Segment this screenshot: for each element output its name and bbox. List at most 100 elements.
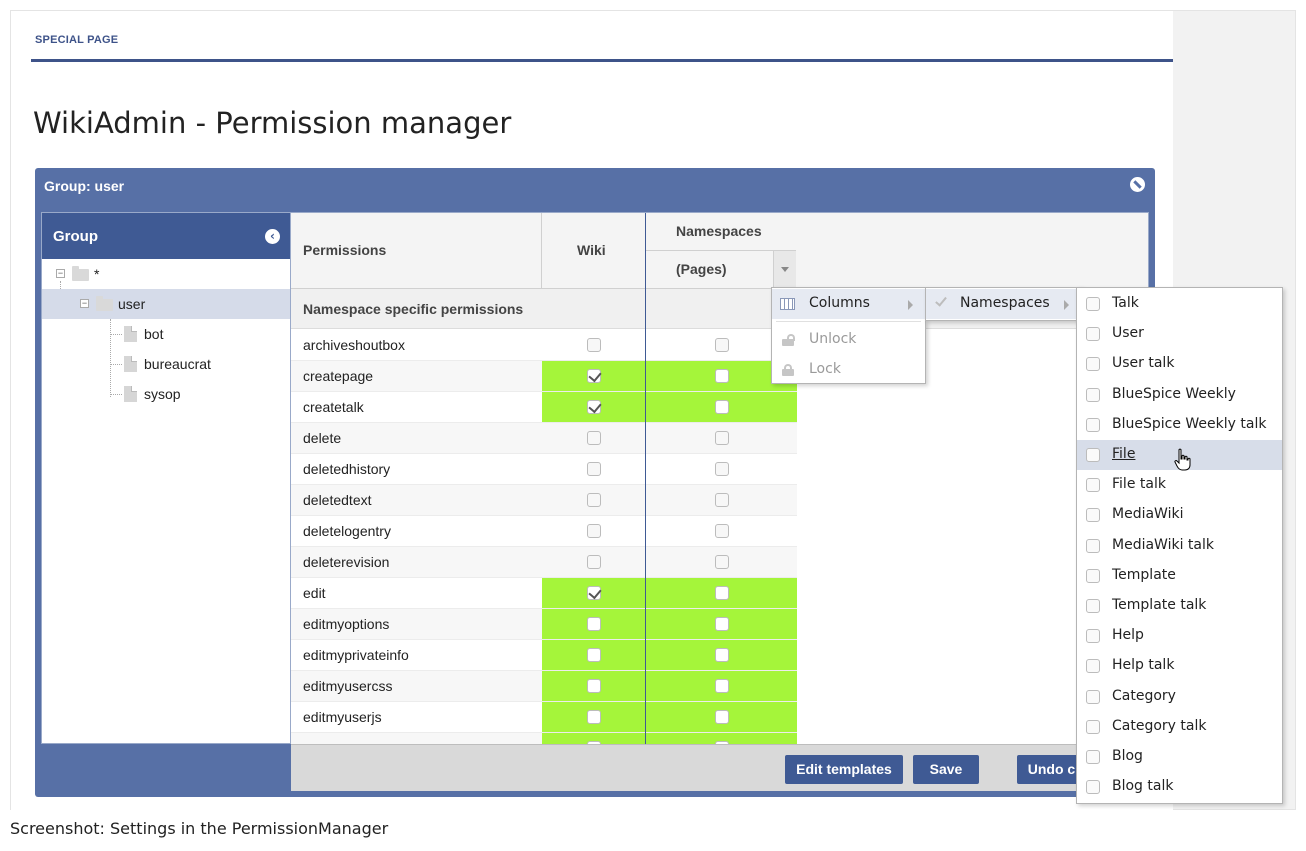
permission-row: delete (291, 423, 797, 454)
wiki-checkbox[interactable] (587, 555, 601, 569)
wiki-checkbox[interactable] (587, 431, 601, 445)
wiki-checkbox[interactable] (587, 338, 601, 352)
namespace-option-label: File talk (1112, 476, 1166, 493)
namespace-checkbox[interactable] (1086, 629, 1100, 644)
namespace-option[interactable]: MediaWiki talk (1077, 531, 1282, 561)
wiki-checkbox[interactable] (587, 648, 601, 662)
menu-item-label: Namespaces (960, 295, 1050, 311)
pages-checkbox[interactable] (715, 555, 729, 569)
namespace-option[interactable]: Template (1077, 561, 1282, 591)
namespace-option-label: Template talk (1112, 597, 1207, 613)
pages-checkbox[interactable] (715, 648, 729, 662)
namespace-option-label: BlueSpice Weekly talk (1112, 415, 1267, 432)
wiki-checkbox[interactable] (587, 400, 601, 414)
namespace-option[interactable]: BlueSpice Weekly (1077, 380, 1282, 410)
namespace-option-label: Blog talk (1112, 778, 1174, 795)
column-header-pages[interactable]: (Pages) (676, 261, 727, 277)
page-title: WikiAdmin - Permission manager (33, 106, 512, 140)
pages-checkbox[interactable] (715, 586, 729, 600)
permission-panel: Group: user Group ‹ − * − user bot burea… (35, 168, 1155, 797)
column-menu-trigger[interactable] (773, 251, 796, 289)
namespace-checkbox[interactable] (1086, 568, 1100, 583)
wiki-checkbox[interactable] (587, 493, 601, 507)
namespace-option[interactable]: Blog (1077, 742, 1282, 772)
permission-row (291, 733, 797, 744)
pages-checkbox[interactable] (715, 400, 729, 414)
column-header-permissions[interactable]: Permissions (303, 242, 386, 258)
tree-node-label: sysop (144, 386, 181, 402)
hand-pointer-icon (1174, 448, 1191, 471)
submenu-arrow-icon (1064, 300, 1069, 310)
pages-checkbox[interactable] (715, 617, 729, 631)
wiki-checkbox[interactable] (587, 369, 601, 383)
tree-node-all[interactable]: − * (42, 259, 290, 289)
namespace-checkbox[interactable] (1086, 689, 1100, 704)
menu-item-columns[interactable]: Columns (772, 289, 925, 319)
tree-node-bureaucrat[interactable]: bureaucrat (42, 349, 290, 379)
pages-checkbox[interactable] (715, 710, 729, 724)
group-tree-panel: Group ‹ − * − user bot bureaucrat sysop (41, 212, 291, 744)
namespace-option[interactable]: BlueSpice Weekly talk (1077, 410, 1282, 440)
namespace-checkbox[interactable] (1086, 538, 1100, 553)
namespace-option[interactable]: User (1077, 319, 1282, 349)
tree-node-bot[interactable]: bot (42, 319, 290, 349)
wiki-checkbox[interactable] (587, 710, 601, 724)
pages-checkbox[interactable] (715, 462, 729, 476)
namespace-checkbox[interactable] (1086, 508, 1100, 523)
permission-row: edit (291, 578, 797, 609)
pages-checkbox[interactable] (715, 493, 729, 507)
namespace-option[interactable]: Blog talk (1077, 772, 1282, 802)
namespace-option-label: MediaWiki talk (1112, 536, 1214, 553)
namespace-checkbox[interactable] (1086, 478, 1100, 493)
tree-node-sysop[interactable]: sysop (42, 379, 290, 409)
namespace-checkbox[interactable] (1086, 297, 1100, 311)
pages-checkbox[interactable] (715, 431, 729, 445)
collapse-toggle-icon[interactable]: − (56, 269, 65, 278)
namespace-option-label: MediaWiki (1112, 506, 1184, 523)
namespace-option[interactable]: Help talk (1077, 651, 1282, 681)
namespace-option[interactable]: Talk (1077, 289, 1282, 319)
pages-checkbox[interactable] (715, 679, 729, 693)
column-header-wiki[interactable]: Wiki (577, 242, 606, 258)
menu-item-lock[interactable]: Lock (772, 355, 925, 385)
wiki-checkbox[interactable] (587, 462, 601, 476)
menu-item-unlock[interactable]: Unlock (772, 325, 925, 355)
permission-row: createtalk (291, 392, 797, 423)
namespace-checkbox[interactable] (1086, 599, 1100, 613)
save-button[interactable]: Save (913, 755, 979, 784)
wiki-checkbox[interactable] (587, 586, 601, 600)
panel-title: Group: user (44, 178, 125, 194)
namespace-checkbox[interactable] (1086, 387, 1100, 402)
collapse-left-icon[interactable]: ‹ (265, 229, 280, 244)
close-circle-icon[interactable] (1130, 177, 1145, 192)
namespace-option[interactable]: Category talk (1077, 712, 1282, 742)
namespace-option[interactable]: File talk (1077, 470, 1282, 500)
wiki-checkbox[interactable] (587, 617, 601, 631)
namespace-option[interactable]: Template talk (1077, 591, 1282, 621)
namespace-checkbox[interactable] (1086, 719, 1100, 734)
namespace-checkbox[interactable] (1086, 357, 1100, 372)
tree-node-user[interactable]: − user (42, 289, 290, 319)
namespace-checkbox[interactable] (1086, 417, 1100, 432)
tree-node-label: * (94, 266, 100, 282)
page-area: SPECIAL PAGE WikiAdmin - Permission mana… (11, 11, 1173, 811)
wiki-checkbox[interactable] (587, 679, 601, 693)
columns-icon (780, 298, 795, 310)
pages-checkbox[interactable] (715, 369, 729, 383)
namespace-option[interactable]: User talk (1077, 349, 1282, 379)
menu-item-namespaces[interactable]: Namespaces (926, 289, 1082, 319)
namespace-option[interactable]: Help (1077, 621, 1282, 651)
namespace-checkbox[interactable] (1086, 750, 1100, 764)
wiki-checkbox[interactable] (587, 524, 601, 538)
edit-templates-button[interactable]: Edit templates (785, 755, 903, 784)
collapse-toggle-icon[interactable]: − (80, 299, 89, 308)
namespace-option[interactable]: MediaWiki (1077, 500, 1282, 530)
namespace-checkbox[interactable] (1086, 448, 1100, 462)
menu-item-label: Columns (809, 295, 870, 311)
namespace-checkbox[interactable] (1086, 659, 1100, 674)
namespace-option[interactable]: Category (1077, 682, 1282, 712)
pages-checkbox[interactable] (715, 524, 729, 538)
namespace-checkbox[interactable] (1086, 327, 1100, 342)
namespace-checkbox[interactable] (1086, 780, 1100, 795)
pages-checkbox[interactable] (715, 338, 729, 352)
